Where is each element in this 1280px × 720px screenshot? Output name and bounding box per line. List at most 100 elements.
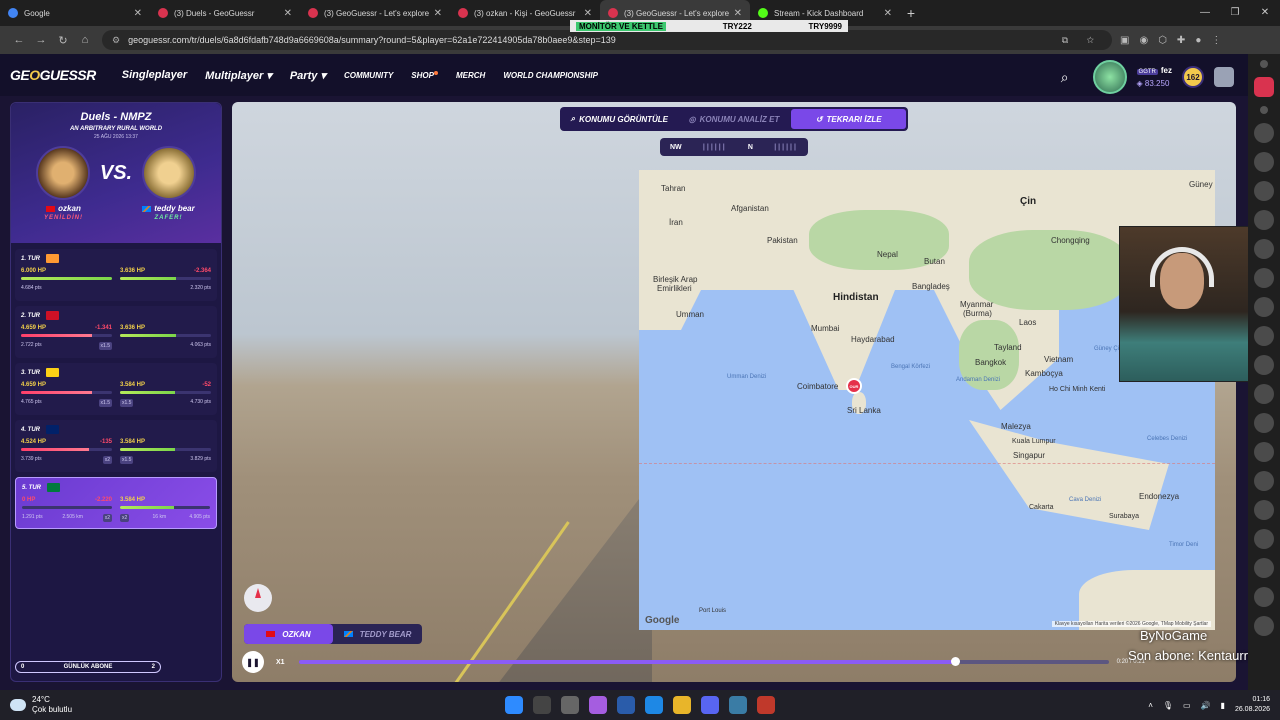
friend-avatar[interactable]: [1254, 558, 1274, 578]
menu-icon[interactable]: ⋮: [1211, 35, 1221, 46]
back-icon[interactable]: ←: [8, 34, 30, 46]
home-icon[interactable]: ⌂: [74, 34, 96, 46]
chevron-up-icon[interactable]: ˄: [1148, 701, 1153, 710]
geoguessr-logo[interactable]: GEOGUESSR: [10, 67, 96, 83]
player-tab-teddy-bear[interactable]: TEDDY BEAR: [333, 624, 422, 644]
player1-avatar[interactable]: [35, 146, 90, 200]
forward-icon[interactable]: →: [30, 34, 52, 46]
friend-avatar[interactable]: [1254, 181, 1274, 201]
browser-tab[interactable]: (3) Duels - GeoGuessr ✕: [150, 0, 300, 26]
close-icon[interactable]: ✕: [134, 8, 142, 19]
playback-speed[interactable]: X1: [276, 659, 285, 666]
player-tab-ozkan[interactable]: OZKAN: [244, 624, 333, 644]
round-row[interactable]: 1. TUR 6.000 HP 4.684 pts 3.636 HP -2.364…: [15, 249, 217, 301]
round-row[interactable]: 3. TUR 4.659 HP 4.765 pts x1.5 3.584 HP -5…: [15, 363, 217, 415]
friend-avatar[interactable]: [1254, 471, 1274, 491]
photoshop-icon[interactable]: [617, 696, 635, 714]
nav-singleplayer[interactable]: Singleplayer: [122, 69, 187, 81]
nav-shop[interactable]: SHOP: [411, 70, 438, 80]
friend-avatar[interactable]: [1254, 355, 1274, 375]
round-row[interactable]: 2. TUR 4.659 HP -1.341 2.722 pts x1.5 3.63…: [15, 306, 217, 358]
player2-name[interactable]: teddy bear: [154, 204, 194, 213]
nav-world-championship[interactable]: WORLD CHAMPIONSHIP: [503, 71, 598, 80]
close-icon[interactable]: ✕: [884, 8, 892, 19]
guess-marker[interactable]: OUR: [846, 378, 862, 394]
copilot-icon[interactable]: [589, 696, 607, 714]
round-row[interactable]: 5. TUR 0 HP -2.220 1.291 pts 2.505 km x2 3.…: [15, 477, 217, 529]
new-tab-button[interactable]: +: [900, 5, 922, 21]
watch-replay-button[interactable]: ↺ TEKRARI İZLE: [791, 109, 907, 129]
view-location-button[interactable]: ⌕ KONUMU GÖRÜNTÜLE: [562, 109, 677, 129]
friend-avatar[interactable]: [1254, 384, 1274, 404]
windows-start-icon[interactable]: [505, 696, 523, 714]
friend-avatar[interactable]: [1254, 326, 1274, 346]
nav-community[interactable]: COMMUNITY: [344, 71, 393, 80]
maximize-icon[interactable]: ❐: [1220, 0, 1250, 26]
nav-multiplayer[interactable]: Multiplayer ▾: [205, 69, 272, 82]
url-field[interactable]: ⚙ geoguessr.com/tr/duels/6a8d6fdafb748d9…: [102, 30, 1112, 50]
street-view-replay[interactable]: ⌕ KONUMU GÖRÜNTÜLE ◎ KONUMU ANALİZ ET ↺ TEK…: [232, 102, 1236, 682]
clock[interactable]: 01:16 26.08.2026: [1235, 695, 1270, 715]
close-icon[interactable]: ✕: [584, 8, 592, 19]
friend-avatar[interactable]: [1254, 442, 1274, 462]
search-icon[interactable]: [1260, 60, 1268, 68]
bookmark-star-icon[interactable]: ⧉ ☆: [1062, 35, 1102, 46]
site-info-icon[interactable]: ⚙: [112, 35, 120, 46]
search-icon[interactable]: [533, 696, 551, 714]
friend-avatar[interactable]: [1254, 239, 1274, 259]
speaker-icon[interactable]: 🔊: [1201, 701, 1211, 710]
friend-avatar[interactable]: [1254, 268, 1274, 288]
battery-icon[interactable]: ▮: [1221, 701, 1225, 710]
friend-avatar[interactable]: [1254, 123, 1274, 143]
chrome-icon[interactable]: [673, 696, 691, 714]
nav-merch[interactable]: MERCH: [456, 71, 485, 80]
user-info[interactable]: GGTR fez ◈ 83.250: [1136, 65, 1172, 89]
settings-tile-icon[interactable]: [1214, 67, 1234, 87]
friend-avatar[interactable]: [1254, 587, 1274, 607]
timeline-handle[interactable]: [950, 657, 960, 666]
friend-avatar[interactable]: [1254, 152, 1274, 172]
edge-icon[interactable]: [645, 696, 663, 714]
compass-rose-icon[interactable]: [244, 584, 272, 612]
extension-icon[interactable]: ⬡: [1158, 35, 1167, 46]
friend-avatar[interactable]: [1254, 529, 1274, 549]
close-window-icon[interactable]: ✕: [1250, 0, 1280, 26]
extensions-puzzle-icon[interactable]: ✚: [1177, 35, 1185, 46]
nav-party[interactable]: Party ▾: [290, 69, 326, 82]
analyze-location-button[interactable]: ◎ KONUMU ANALİZ ET: [677, 109, 792, 129]
friend-avatar[interactable]: [1254, 500, 1274, 520]
pause-button[interactable]: ❚❚: [242, 651, 264, 673]
app-icon[interactable]: [757, 696, 775, 714]
profile-icon[interactable]: ●: [1195, 35, 1201, 46]
close-icon[interactable]: ✕: [434, 8, 442, 19]
weather-widget[interactable]: 24°C Çok bulutlu: [10, 695, 72, 715]
user-avatar[interactable]: [1092, 60, 1127, 94]
extension-icon[interactable]: ◉: [1139, 35, 1148, 46]
player2-damage: -2.364: [193, 268, 211, 274]
minimize-icon[interactable]: —: [1190, 0, 1220, 26]
level-badge[interactable]: 162: [1182, 66, 1204, 88]
player2-avatar[interactable]: [142, 146, 197, 200]
browser-tab[interactable]: (3) GeoGuessr - Let's explore th ✕: [300, 0, 450, 26]
monitor-icon[interactable]: ▭: [1183, 701, 1191, 710]
extension-icon[interactable]: ▣: [1120, 35, 1129, 46]
player1-name[interactable]: ozkan: [58, 204, 81, 213]
friend-avatar[interactable]: [1254, 297, 1274, 317]
reload-icon[interactable]: ↻: [52, 34, 74, 47]
search-icon[interactable]: ⌕: [1061, 69, 1069, 86]
geoguessr-icon[interactable]: [1254, 77, 1274, 97]
friend-avatar[interactable]: [1254, 210, 1274, 230]
discord-icon[interactable]: [701, 696, 719, 714]
player2-hp: 3.584 HP: [120, 497, 146, 503]
map-attribution[interactable]: Klavye kısayolları Harita verileri ©2026…: [1051, 621, 1211, 627]
task-view-icon[interactable]: [561, 696, 579, 714]
round-row[interactable]: 4. TUR 4.524 HP -135 3.739 pts x2 3.584 HP…: [15, 420, 217, 472]
app-icon[interactable]: [729, 696, 747, 714]
replay-timeline[interactable]: [298, 657, 1109, 666]
close-icon[interactable]: ✕: [284, 8, 292, 19]
close-icon[interactable]: ✕: [734, 8, 742, 19]
browser-tab[interactable]: Google ✕: [0, 0, 150, 26]
friend-avatar[interactable]: [1254, 413, 1274, 433]
mic-icon[interactable]: 🎙: [1163, 701, 1173, 710]
friend-avatar[interactable]: [1254, 616, 1274, 636]
